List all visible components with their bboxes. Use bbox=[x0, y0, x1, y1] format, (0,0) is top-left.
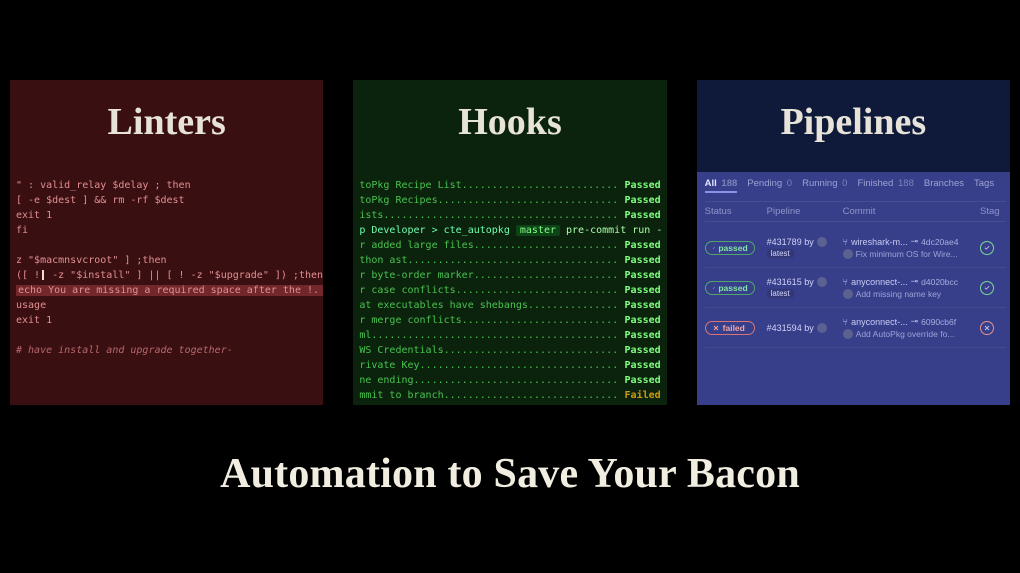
terminal-line: r byte-order marker.....................… bbox=[359, 268, 660, 283]
avatar bbox=[843, 289, 853, 299]
pipeline-tab[interactable]: Branches bbox=[924, 178, 964, 189]
terminal-line: p Developer > cte_autopkg master pre-com… bbox=[359, 223, 660, 238]
status-badge: passed bbox=[705, 281, 755, 295]
commit-icon: ⊸ bbox=[911, 236, 919, 247]
avatar bbox=[843, 329, 853, 339]
terminal-line: [ -e $dest ] && rm -rf $dest bbox=[16, 193, 317, 208]
pipeline-row[interactable]: failed #431594 by ⑂anyconnect-... ⊸ 6090c… bbox=[705, 308, 1006, 348]
terminal-line: toPkg Recipe List.......................… bbox=[359, 178, 660, 193]
commit-icon: ⊸ bbox=[911, 316, 919, 327]
commit-message: Fix minimum OS for Wire... bbox=[843, 249, 976, 259]
hooks-title: Hooks bbox=[353, 80, 666, 172]
terminal-line: rivate Key..............................… bbox=[359, 358, 660, 373]
terminal-line: ists....................................… bbox=[359, 208, 660, 223]
pipeline-rows: passed #431789 by latest ⑂wireshark-m... ⊸… bbox=[705, 228, 1006, 348]
branch-line: ⑂anyconnect-... ⊸ d4020bcc bbox=[843, 276, 976, 287]
branch-icon: ⑂ bbox=[843, 237, 848, 247]
pipeline-tab[interactable]: All 188 bbox=[705, 178, 738, 193]
terminal-line: echo You are missing a required space af… bbox=[16, 283, 317, 298]
terminal-line: fi bbox=[16, 223, 317, 238]
status-badge: failed bbox=[705, 321, 755, 335]
latest-badge: latest bbox=[767, 289, 794, 298]
linters-panel: Linters " : valid_relay $delay ; then[ -… bbox=[10, 80, 323, 405]
stage-ring bbox=[980, 281, 994, 295]
pipeline-columns-header: Status Pipeline Commit Stag bbox=[705, 201, 1006, 222]
linters-terminal: " : valid_relay $delay ; then[ -e $dest … bbox=[10, 172, 323, 364]
status-badge: passed bbox=[705, 241, 755, 255]
terminal-line: r added large files.....................… bbox=[359, 238, 660, 253]
terminal-line: r merge conflicts.......................… bbox=[359, 313, 660, 328]
pipeline-id: #431594 by bbox=[767, 323, 839, 333]
terminal-line: at executables have shebangs............… bbox=[359, 298, 660, 313]
terminal-line bbox=[16, 328, 317, 343]
terminal-line: mmit to branch..........................… bbox=[359, 388, 660, 403]
pipeline-tab[interactable]: Pending 0 bbox=[747, 178, 792, 189]
commit-message: Add AutoPkg override fo... bbox=[843, 329, 976, 339]
terminal-line: WS Credentials..........................… bbox=[359, 343, 660, 358]
headline: Automation to Save Your Bacon bbox=[0, 450, 1020, 498]
col-status: Status bbox=[705, 206, 763, 217]
terminal-line: ([ ! -z "$install" ] || [ ! -z "$upgrade… bbox=[16, 268, 317, 283]
col-stage: Stag bbox=[980, 206, 1006, 217]
linters-title: Linters bbox=[10, 80, 323, 172]
terminal-line: r case conflicts........................… bbox=[359, 283, 660, 298]
terminal-line: exit 1 bbox=[16, 313, 317, 328]
terminal-line: ne ending...............................… bbox=[359, 373, 660, 388]
avatar bbox=[843, 249, 853, 259]
terminal-line: usage bbox=[16, 298, 317, 313]
pipeline-id: #431789 by bbox=[767, 237, 839, 247]
avatar bbox=[817, 323, 827, 333]
pipeline-tab[interactable]: Tags bbox=[974, 178, 994, 189]
avatar bbox=[817, 277, 827, 287]
terminal-line: iling Whitespace........................… bbox=[359, 403, 660, 405]
pipelines-panel: Pipelines All 188 Pending 0 Running 0 Finis… bbox=[697, 80, 1010, 405]
pipeline-row[interactable]: passed #431615 by latest ⑂anyconnect-... ⊸… bbox=[705, 268, 1006, 308]
terminal-line: ml......................................… bbox=[359, 328, 660, 343]
pipelines-title: Pipelines bbox=[697, 80, 1010, 172]
branch-line: ⑂wireshark-m... ⊸ 4dc20ae4 bbox=[843, 236, 976, 247]
pipeline-tab[interactable]: Running 0 bbox=[802, 178, 847, 189]
pipeline-tab[interactable]: Finished 188 bbox=[857, 178, 913, 189]
hooks-panel: Hooks toPkg Recipe List.................… bbox=[353, 80, 666, 405]
pipeline-tabs: All 188 Pending 0 Running 0 Finished 188 Bra… bbox=[705, 178, 1006, 193]
avatar bbox=[817, 237, 827, 247]
branch-icon: ⑂ bbox=[843, 277, 848, 287]
hooks-terminal: toPkg Recipe List.......................… bbox=[353, 172, 666, 405]
stage-ring bbox=[980, 241, 994, 255]
branch-icon: ⑂ bbox=[843, 317, 848, 327]
stage-ring bbox=[980, 321, 994, 335]
latest-badge: latest bbox=[767, 249, 794, 258]
terminal-line: # have install and upgrade together- bbox=[16, 343, 317, 358]
terminal-line: toPkg Recipes...........................… bbox=[359, 193, 660, 208]
commit-icon: ⊸ bbox=[911, 276, 919, 287]
terminal-line: thon ast................................… bbox=[359, 253, 660, 268]
col-pipeline: Pipeline bbox=[767, 206, 839, 217]
pipeline-row[interactable]: passed #431789 by latest ⑂wireshark-m... ⊸… bbox=[705, 228, 1006, 268]
branch-line: ⑂anyconnect-... ⊸ 6090cb6f bbox=[843, 316, 976, 327]
pipelines-body: All 188 Pending 0 Running 0 Finished 188 Bra… bbox=[697, 172, 1010, 405]
terminal-line bbox=[16, 238, 317, 253]
terminal-line: exit 1 bbox=[16, 208, 317, 223]
pipeline-id: #431615 by bbox=[767, 277, 839, 287]
terminal-line: z "$macmnsvcroot" ] ;then bbox=[16, 253, 317, 268]
col-commit: Commit bbox=[843, 206, 976, 217]
commit-message: Add missing name key bbox=[843, 289, 976, 299]
terminal-line: " : valid_relay $delay ; then bbox=[16, 178, 317, 193]
